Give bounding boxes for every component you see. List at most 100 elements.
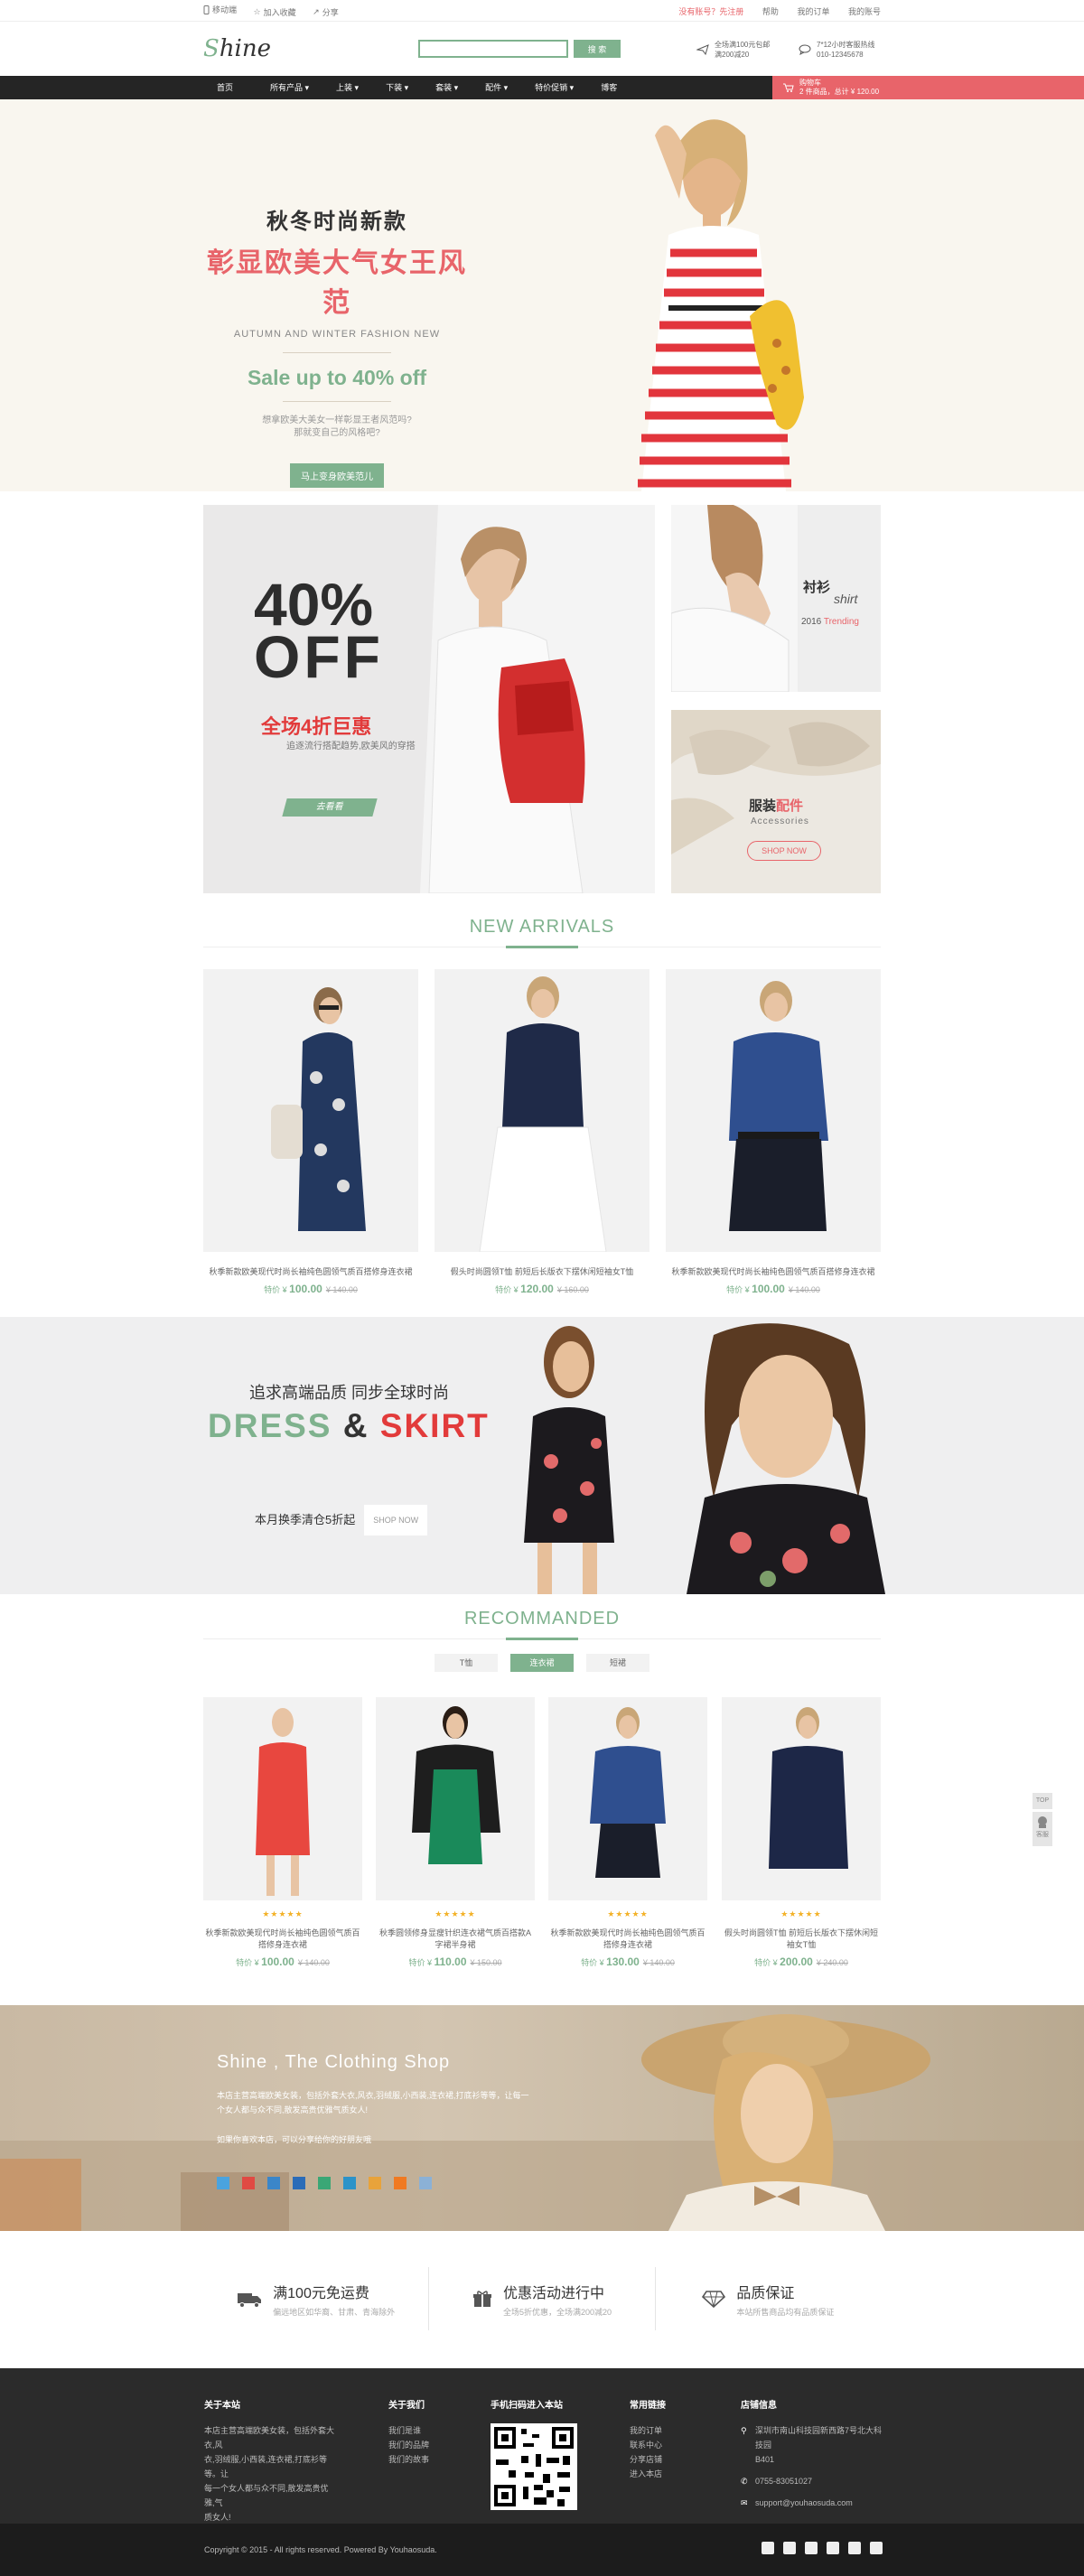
- recommended-section: RECOMMANDED T恤 连衣裙 短裙: [0, 1609, 1084, 1672]
- footer-links: 常用链接 我的订单 联系中心 分享店铺 进入本店: [630, 2397, 666, 2481]
- product-name[interactable]: 秋季新款欧美现代时尚长袖纯色圆领气质百搭修身连衣裙: [666, 1265, 881, 1277]
- divider: [283, 401, 391, 402]
- nav-all-products[interactable]: 所有产品 ▾: [257, 76, 322, 99]
- hero-cta-button[interactable]: 马上变身欧美范儿: [290, 463, 384, 488]
- nav-blog[interactable]: 博客: [587, 76, 631, 99]
- share-icon: ↗: [313, 6, 320, 16]
- footer-link[interactable]: 我们是谁: [388, 2423, 429, 2438]
- footer-about-us: 关于我们 我们是谁 我们的品牌 我们的故事: [388, 2397, 429, 2467]
- wechat-icon[interactable]: [805, 2542, 818, 2554]
- product-image[interactable]: [203, 1697, 362, 1900]
- footer-link[interactable]: 分享店铺: [630, 2452, 666, 2467]
- register-link[interactable]: 没有账号？先注册: [678, 7, 743, 16]
- product-price: 特价 ¥ 120.00 ¥ 160.00: [495, 1283, 589, 1295]
- renren-icon[interactable]: [848, 2542, 861, 2554]
- product-card[interactable]: ★★★★★ 假头时尚圆领T恤 前短后长版衣下摆休闲短袖女T恤 特价 ¥ 200.…: [722, 1697, 881, 1968]
- rss-icon[interactable]: [394, 2177, 406, 2189]
- shirt-en: shirt: [834, 592, 858, 606]
- logo[interactable]: Shine: [203, 35, 420, 62]
- product-card[interactable]: 假头时尚圆领T恤 前短后长版衣下摆休闲短袖女T恤 特价 ¥ 120.00 ¥ 16…: [435, 969, 649, 1295]
- product-name[interactable]: 秋季新款欧美现代时尚长袖纯色圆领气质百搭修身连衣裙: [203, 1927, 362, 1950]
- footer-qrcode: 手机扫码进入本站: [491, 2397, 577, 2512]
- promo-sale-banner[interactable]: 40% OFF 全场4折巨惠 追逐流行搭配趋势,欧美风的穿搭 去看看: [203, 505, 655, 893]
- product-card[interactable]: 秋季新款欧美现代时尚长袖纯色圆领气质百搭修身连衣裙 特价 ¥ 100.00 ¥ 1…: [666, 969, 881, 1295]
- account-link[interactable]: 我的账号: [848, 7, 881, 16]
- footer-link[interactable]: 进入本店: [630, 2467, 666, 2481]
- product-photo: [203, 1697, 362, 1900]
- product-name[interactable]: 秋季新款欧美现代时尚长袖纯色圆领气质百搭修身连衣裙: [203, 1265, 418, 1277]
- main-nav: 首页 所有产品 ▾ 上装 ▾ 下装 ▾ 套装 ▾ 配件 ▾ 特价促销 ▾ 博客 …: [0, 76, 1084, 99]
- product-name[interactable]: 秋季圆领修身显瘦针织连衣裙气质百搭款A字裙半身裙: [376, 1927, 535, 1950]
- gift-icon: [472, 2291, 491, 2307]
- product-image[interactable]: [203, 969, 418, 1252]
- truck-icon: [238, 2293, 262, 2308]
- search-button[interactable]: 搜 索: [574, 40, 621, 58]
- hero-title: 秋冬时尚新款: [266, 210, 407, 234]
- footer-link[interactable]: 我们的故事: [388, 2452, 429, 2467]
- footer-link[interactable]: 我的订单: [630, 2423, 666, 2438]
- dress-skirt-banner[interactable]: 追求高端品质 同步全球时尚 DRESS & SKIRT 本月换季清仓5折起 SH…: [0, 1317, 1084, 1594]
- product-card[interactable]: 秋季新款欧美现代时尚长袖纯色圆领气质百搭修身连衣裙 特价 ¥ 100.00 ¥ 1…: [203, 969, 418, 1295]
- promo-accessories-banner[interactable]: 服装配件 Accessories SHOP NOW: [671, 710, 881, 893]
- email-icon[interactable]: [870, 2542, 883, 2554]
- product-name[interactable]: 假头时尚圆领T恤 前短后长版衣下摆休闲短袖女T恤: [722, 1927, 881, 1950]
- product-image[interactable]: [666, 969, 881, 1252]
- dress-shop-now-button[interactable]: SHOP NOW: [364, 1516, 427, 1525]
- nav-tops[interactable]: 上装 ▾: [322, 76, 372, 99]
- promo-go-button[interactable]: 去看看: [282, 798, 378, 817]
- recommended-list: ★★★★★ 秋季新款欧美现代时尚长袖纯色圆领气质百搭修身连衣裙 特价 ¥ 100…: [203, 1697, 881, 1986]
- douban-icon[interactable]: [318, 2177, 331, 2189]
- product-image[interactable]: [722, 1697, 881, 1900]
- back-to-top-button[interactable]: TOP: [1033, 1793, 1052, 1809]
- product-image[interactable]: [548, 1697, 707, 1900]
- hero-sale: Sale up to 40% off: [247, 366, 427, 389]
- footer-link[interactable]: 我们的品牌: [388, 2438, 429, 2452]
- product-photo: [203, 969, 418, 1252]
- qq-icon[interactable]: [783, 2542, 796, 2554]
- section-title: NEW ARRIVALS: [469, 917, 615, 937]
- hero-model-image: [638, 119, 804, 491]
- mobile-link[interactable]: 移动端: [203, 4, 237, 15]
- promo-shirt-banner[interactable]: 衬衫 shirt 2016 Trending: [671, 505, 881, 692]
- search-input[interactable]: [418, 40, 568, 58]
- qq-icon[interactable]: [267, 2177, 280, 2189]
- customer-service-button[interactable]: 客服: [1033, 1812, 1052, 1846]
- nav-sale[interactable]: 特价促销 ▾: [521, 76, 587, 99]
- product-image[interactable]: [376, 1697, 535, 1900]
- product-card[interactable]: ★★★★★ 秋季新款欧美现代时尚长袖纯色圆领气质百搭修身连衣裙 特价 ¥ 100…: [203, 1697, 362, 1968]
- favorite-link[interactable]: ☆ 加入收藏: [254, 6, 296, 18]
- renren-icon[interactable]: [293, 2177, 305, 2189]
- new-arrivals-list: 秋季新款欧美现代时尚长袖纯色圆领气质百搭修身连衣裙 特价 ¥ 100.00 ¥ 1…: [203, 969, 881, 1303]
- cart-button[interactable]: 购物车 2 件商品，总计 ¥ 120.00: [772, 76, 1084, 99]
- product-card[interactable]: ★★★★★ 秋季新款欧美现代时尚长袖纯色圆领气质百搭修身连衣裙 特价 ¥ 130…: [548, 1697, 707, 1968]
- tencent-weibo-icon[interactable]: [343, 2177, 356, 2189]
- email-link[interactable]: support@youhaosuda.com: [755, 2498, 853, 2507]
- weibo-icon[interactable]: [242, 2177, 255, 2189]
- nav-sets[interactable]: 套装 ▾: [422, 76, 472, 99]
- nav-accessories[interactable]: 配件 ▾: [472, 76, 521, 99]
- wechat-icon[interactable]: [369, 2177, 381, 2189]
- douban-icon[interactable]: [827, 2542, 839, 2554]
- footer-link[interactable]: 联系中心: [630, 2438, 666, 2452]
- product-name[interactable]: 假头时尚圆领T恤 前短后长版衣下摆休闲短袖女T恤: [435, 1265, 649, 1277]
- more-share-icon[interactable]: [419, 2177, 432, 2189]
- product-image[interactable]: [435, 969, 649, 1252]
- nav-bottoms[interactable]: 下装 ▾: [372, 76, 422, 99]
- phone-icon: [203, 5, 210, 14]
- feature-quality: 品质保证 本站所售商品均有品质保证: [656, 2267, 881, 2330]
- tab-tshirt[interactable]: T恤: [435, 1654, 498, 1672]
- header: Shine 搜 索 全场满100元包邮 满200减20 7*12小时客服热线 010…: [0, 22, 1084, 76]
- help-link[interactable]: 帮助: [762, 7, 779, 16]
- top-bar: 移动端 ☆ 加入收藏 ↗ 分享 没有账号？先注册 帮助 我的订单 我的账号: [0, 0, 1084, 22]
- tab-skirt[interactable]: 短裙: [586, 1654, 649, 1672]
- dress-headline: DRESS & SKIRT: [208, 1407, 490, 1444]
- shop-now-button[interactable]: SHOP NOW: [747, 841, 821, 861]
- nav-home[interactable]: 首页: [203, 76, 257, 99]
- weibo-icon[interactable]: [762, 2542, 774, 2554]
- product-name[interactable]: 秋季新款欧美现代时尚长袖纯色圆领气质百搭修身连衣裙: [548, 1927, 707, 1950]
- tab-dress[interactable]: 连衣裙: [510, 1654, 574, 1672]
- qzone-icon[interactable]: [217, 2177, 229, 2189]
- share-link[interactable]: ↗ 分享: [313, 6, 339, 18]
- orders-link[interactable]: 我的订单: [797, 7, 829, 16]
- product-card[interactable]: ★★★★★ 秋季圆领修身显瘦针织连衣裙气质百搭款A字裙半身裙 特价 ¥ 110.…: [376, 1697, 535, 1968]
